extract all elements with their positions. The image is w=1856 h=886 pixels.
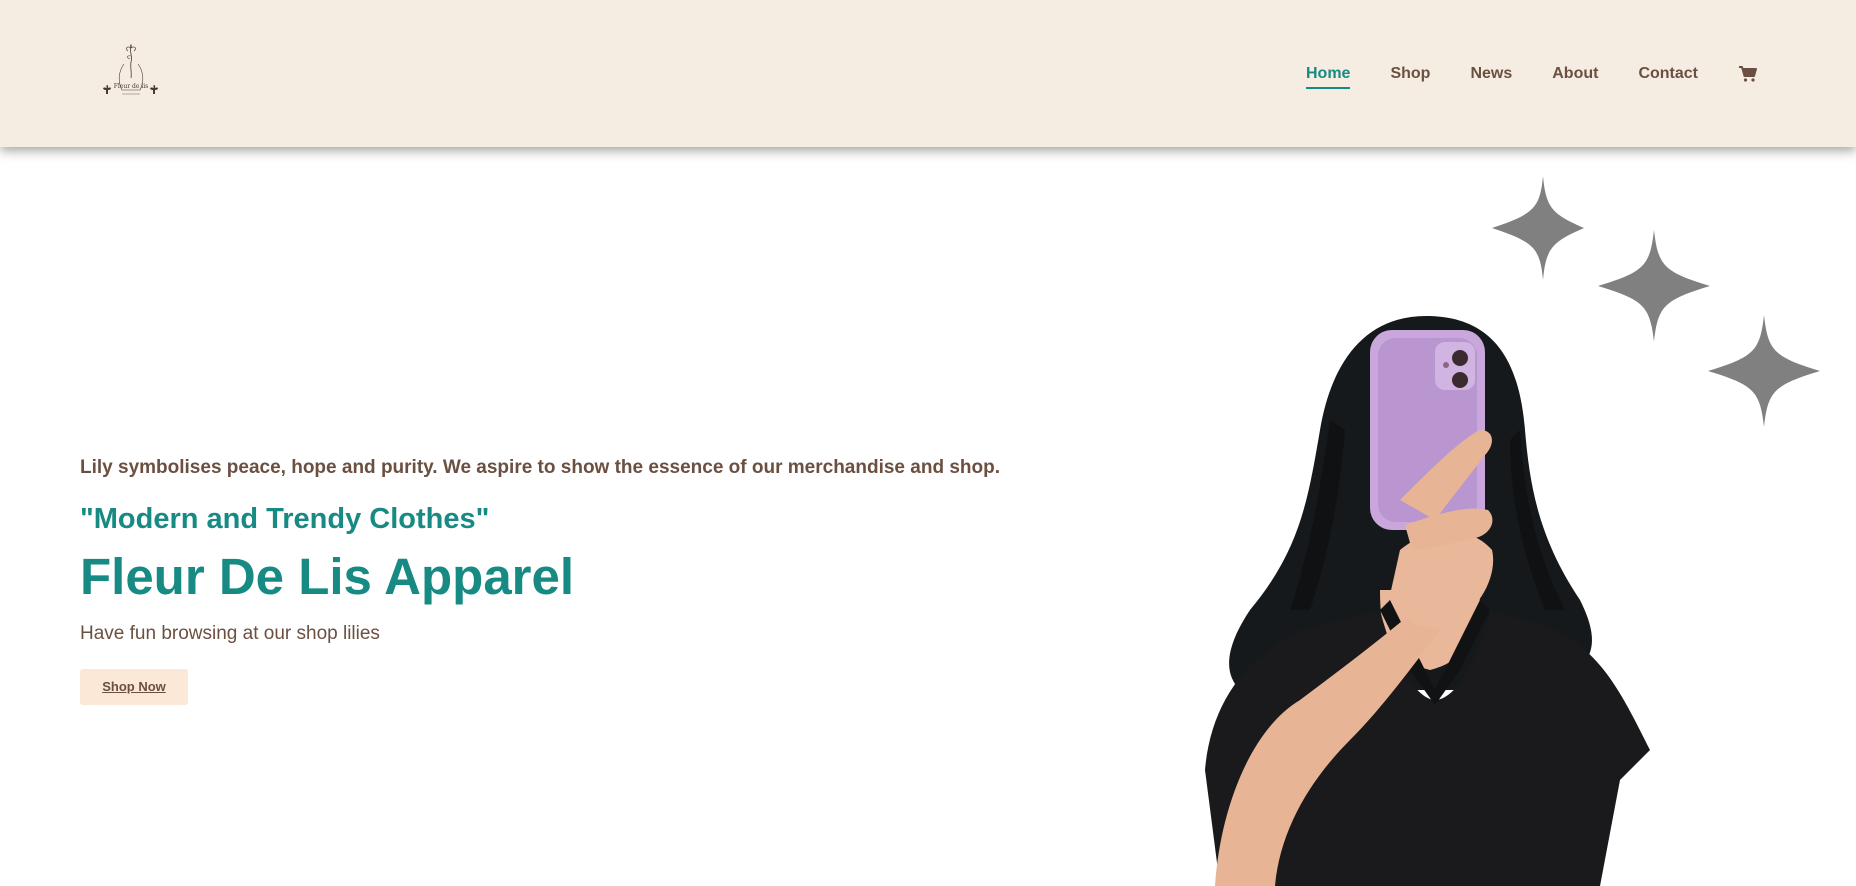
nav-home[interactable]: Home — [1306, 62, 1351, 89]
nav-contact[interactable]: Contact — [1638, 62, 1698, 86]
main-nav: Home Shop News About Contact — [1306, 62, 1758, 89]
site-header: Fleur de lis Home Shop News About Contac… — [0, 0, 1856, 147]
four-point-star-icon — [1708, 315, 1820, 427]
hero-section: Lily symbolises peace, hope and purity. … — [80, 453, 1080, 705]
shopping-cart-icon[interactable] — [1738, 64, 1758, 84]
hero-title: Fleur De Lis Apparel — [80, 548, 575, 605]
four-point-star-icon — [1492, 176, 1584, 280]
brand-logo[interactable]: Fleur de lis — [100, 42, 162, 104]
logo-text: Fleur de lis — [114, 83, 149, 90]
hero-quote: "Modern and Trendy Clothes" — [80, 503, 490, 535]
model-photo — [1205, 315, 1650, 886]
nav-news[interactable]: News — [1470, 62, 1512, 86]
shop-now-button[interactable]: Shop Now — [80, 669, 188, 705]
hero-subtitle: Have fun browsing at our shop lilies — [80, 623, 380, 644]
nav-shop[interactable]: Shop — [1390, 62, 1430, 86]
nav-about[interactable]: About — [1552, 62, 1598, 86]
hero-tagline: Lily symbolises peace, hope and purity. … — [80, 457, 1000, 478]
page: Fleur de lis Home Shop News About Contac… — [0, 0, 1856, 886]
